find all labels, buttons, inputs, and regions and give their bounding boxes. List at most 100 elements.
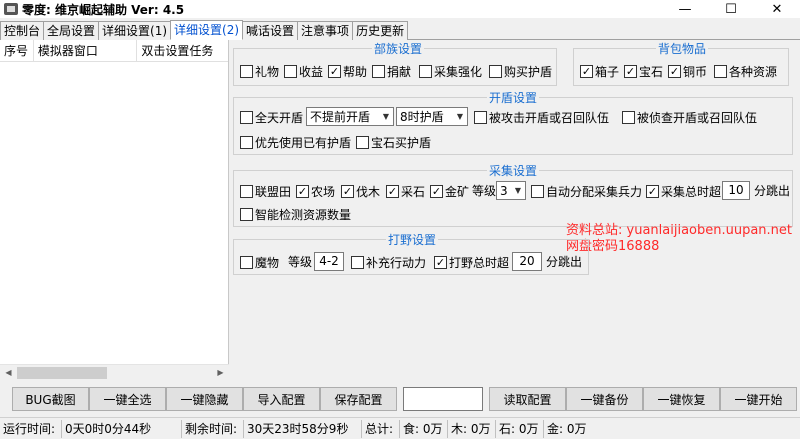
- remaining-value: 30天23时58分9秒: [244, 419, 362, 438]
- gather-timeout-suffix: 分跳出: [754, 184, 791, 198]
- tab-shout-settings[interactable]: 喊话设置: [242, 21, 299, 40]
- column-header-index[interactable]: 序号: [0, 40, 34, 61]
- checkbox-box[interactable]: [531, 184, 544, 198]
- start-button[interactable]: 一键开始: [720, 387, 797, 411]
- checkbox-box[interactable]: [240, 110, 253, 124]
- tab-notes[interactable]: 注意事项: [297, 21, 354, 40]
- gather-auto-alloc-checkbox[interactable]: 自动分配采集兵力: [531, 183, 642, 199]
- tribe-gather-boost-checkbox[interactable]: 采集强化: [419, 63, 482, 79]
- checkbox-box[interactable]: [714, 64, 727, 78]
- checkbox-box[interactable]: [240, 184, 253, 198]
- emulator-list[interactable]: 序号 模拟器窗口 双击设置任务 ◀ ▶: [0, 40, 229, 381]
- scroll-right-icon[interactable]: ▶: [212, 365, 229, 381]
- tribe-help-checkbox[interactable]: ✓ 帮助: [328, 63, 367, 79]
- gather-lumber-checkbox[interactable]: ✓ 伐木: [341, 183, 380, 199]
- checkbox-box[interactable]: ✓: [430, 184, 443, 198]
- wood-value: 木: 0万: [448, 419, 496, 438]
- hunt-refill-checkbox[interactable]: 补充行动力: [351, 254, 426, 270]
- tab-detail-settings-1[interactable]: 详细设置(1): [98, 21, 172, 40]
- gold-value: 金: 0万: [547, 421, 587, 436]
- checkbox-box[interactable]: ✓: [668, 64, 681, 78]
- tab-history[interactable]: 历史更新: [352, 21, 409, 40]
- checkbox-box[interactable]: [372, 64, 385, 78]
- shield-settings-title: 开盾设置: [487, 89, 540, 106]
- gather-farm-checkbox[interactable]: ✓ 农场: [296, 183, 335, 199]
- checkbox-box[interactable]: ✓: [624, 64, 637, 78]
- checkbox-box[interactable]: [240, 255, 253, 269]
- shield-settings-group: 开盾设置 全天开盾 不提前开盾 ▼ 8时护盾 ▼ 被攻击开盾或召回队伍 被侦查开盾或…: [233, 89, 793, 155]
- gather-quarry-checkbox[interactable]: ✓ 采石: [386, 183, 425, 199]
- tribe-buy-shield-checkbox[interactable]: 购买护盾: [489, 63, 552, 79]
- bag-box-checkbox[interactable]: ✓ 箱子: [580, 63, 619, 79]
- horizontal-scrollbar[interactable]: ◀ ▶: [0, 364, 229, 381]
- gather-level-select[interactable]: 3 ▼: [496, 181, 526, 200]
- hunt-total-timeout-checkbox[interactable]: ✓ 打野总时超: [434, 254, 509, 270]
- hunt-settings-title: 打野设置: [386, 231, 439, 248]
- config-name-input[interactable]: [403, 387, 483, 411]
- checkbox-box[interactable]: [356, 135, 369, 149]
- restore-button[interactable]: 一键恢复: [643, 387, 720, 411]
- hunt-monster-checkbox[interactable]: 魔物: [240, 254, 279, 270]
- tab-console[interactable]: 控制台: [0, 21, 45, 40]
- load-config-button[interactable]: 读取配置: [489, 387, 566, 411]
- shield-duration-select[interactable]: 8时护盾 ▼: [396, 107, 468, 126]
- checkbox-box[interactable]: [489, 64, 502, 78]
- gather-timeout-input[interactable]: 10: [722, 181, 750, 200]
- shield-advance-select[interactable]: 不提前开盾 ▼: [306, 107, 394, 126]
- gather-goldmine-checkbox[interactable]: ✓ 金矿: [430, 183, 469, 199]
- bug-screenshot-button[interactable]: BUG截图: [12, 387, 89, 411]
- select-all-button[interactable]: 一键全选: [89, 387, 166, 411]
- column-header-window[interactable]: 模拟器窗口: [34, 40, 138, 61]
- shield-allday-checkbox[interactable]: 全天开盾: [240, 109, 303, 125]
- chevron-down-icon: ▼: [514, 186, 522, 195]
- backup-button[interactable]: 一键备份: [566, 387, 643, 411]
- import-config-button[interactable]: 导入配置: [243, 387, 320, 411]
- minimize-button[interactable]: —: [662, 0, 708, 18]
- checkbox-box[interactable]: ✓: [386, 184, 399, 198]
- tab-detail-settings-2[interactable]: 详细设置(2): [170, 20, 244, 40]
- runtime-value: 0天0时0分44秒: [62, 419, 182, 438]
- maximize-button[interactable]: ☐: [708, 0, 754, 18]
- checkbox-box[interactable]: [622, 110, 635, 124]
- bag-items-group: 背包物品 ✓ 箱子 ✓ 宝石 ✓ 铜币 各种资源: [573, 40, 789, 86]
- scroll-left-icon[interactable]: ◀: [0, 365, 17, 381]
- close-button[interactable]: ✕: [754, 0, 800, 18]
- tribe-donate-checkbox[interactable]: 捐献: [372, 63, 411, 79]
- tribe-income-checkbox[interactable]: 收益: [284, 63, 323, 79]
- shield-attacked-checkbox[interactable]: 被攻击开盾或召回队伍: [474, 109, 609, 125]
- shield-use-existing-checkbox[interactable]: 优先使用已有护盾: [240, 134, 351, 150]
- checkbox-box[interactable]: ✓: [646, 184, 659, 198]
- shield-scouted-checkbox[interactable]: 被侦查开盾或召回队伍: [622, 109, 757, 125]
- checkbox-box[interactable]: [240, 207, 253, 221]
- hide-all-button[interactable]: 一键隐藏: [166, 387, 243, 411]
- bag-resources-checkbox[interactable]: 各种资源: [714, 63, 777, 79]
- title-bar: 零度: 维京崛起辅助 Ver: 4.5 — ☐ ✕: [0, 0, 800, 18]
- checkbox-box[interactable]: [419, 64, 432, 78]
- tab-global-settings[interactable]: 全局设置: [43, 21, 100, 40]
- hunt-timeout-input[interactable]: 20: [512, 252, 542, 271]
- gather-alliance-field-checkbox[interactable]: 联盟田: [240, 183, 291, 199]
- hunt-level-input[interactable]: 4-2: [314, 252, 344, 271]
- save-config-button[interactable]: 保存配置: [320, 387, 397, 411]
- tribe-gift-checkbox[interactable]: 礼物: [240, 63, 279, 79]
- checkbox-box[interactable]: [474, 110, 487, 124]
- checkbox-box[interactable]: [240, 64, 253, 78]
- column-header-task[interactable]: 双击设置任务: [137, 40, 228, 61]
- checkbox-box[interactable]: [240, 135, 253, 149]
- checkbox-box[interactable]: [351, 255, 364, 269]
- checkbox-box[interactable]: ✓: [328, 64, 341, 78]
- checkbox-box[interactable]: ✓: [434, 255, 447, 269]
- bag-copper-checkbox[interactable]: ✓ 铜币: [668, 63, 707, 79]
- chevron-down-icon: ▼: [382, 112, 390, 121]
- shield-gem-buy-checkbox[interactable]: 宝石买护盾: [356, 134, 431, 150]
- checkbox-box[interactable]: [284, 64, 297, 78]
- checkbox-box[interactable]: ✓: [341, 184, 354, 198]
- scroll-thumb[interactable]: [17, 367, 107, 379]
- checkbox-box[interactable]: ✓: [580, 64, 593, 78]
- gather-smart-detect-checkbox[interactable]: 智能检测资源数量: [240, 206, 351, 222]
- gather-total-timeout-checkbox[interactable]: ✓ 采集总时超: [646, 183, 721, 199]
- app-icon: [4, 3, 18, 15]
- bag-gem-checkbox[interactable]: ✓ 宝石: [624, 63, 663, 79]
- checkbox-box[interactable]: ✓: [296, 184, 309, 198]
- gather-settings-group: 采集设置 联盟田 ✓ 农场 ✓ 伐木 ✓ 采石 ✓ 金矿 等级 3 ▼ 自动分配采集兵力 …: [233, 162, 793, 227]
